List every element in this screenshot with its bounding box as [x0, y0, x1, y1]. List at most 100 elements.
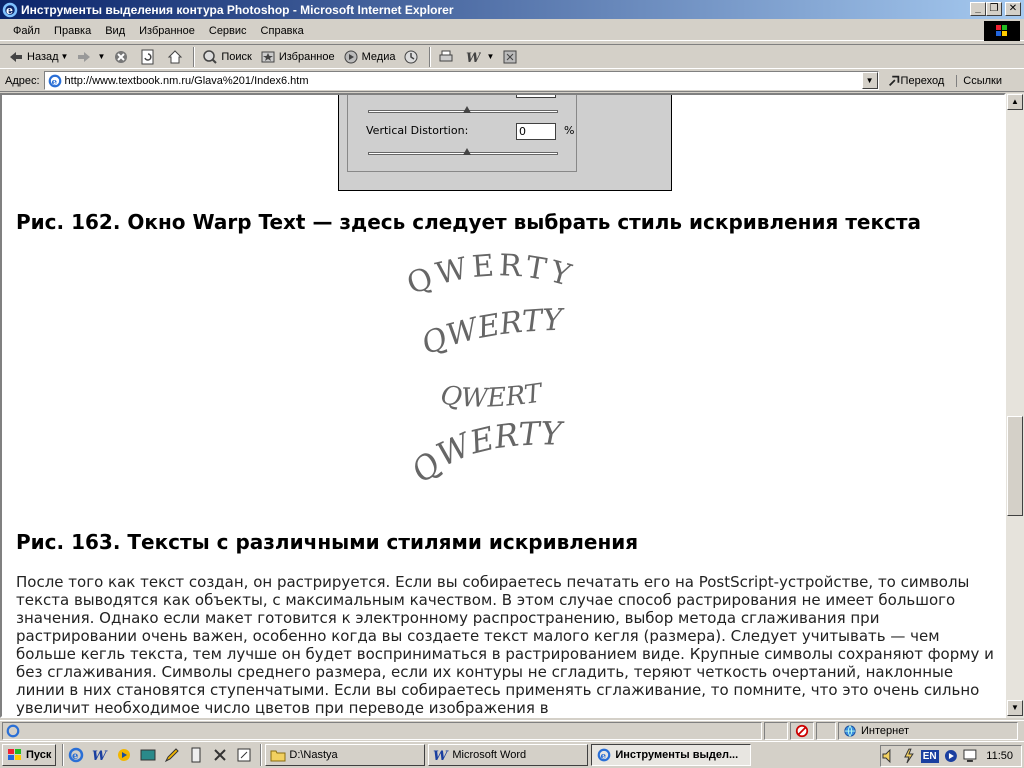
start-button[interactable]: Пуск: [2, 744, 57, 766]
search-label: Поиск: [221, 50, 252, 63]
refresh-button[interactable]: [136, 46, 163, 68]
svg-text:W: W: [466, 51, 481, 65]
pencil-quicklaunch-icon[interactable]: [164, 747, 180, 763]
task-word-label: Microsoft Word: [452, 749, 527, 761]
task-ie-label: Инструменты выдел...: [615, 749, 739, 761]
go-button[interactable]: Переход: [887, 74, 945, 88]
ie-icon: e: [2, 2, 18, 17]
close-button[interactable]: ✕: [1005, 2, 1021, 16]
word-icon: W: [433, 749, 449, 762]
start-label: Пуск: [26, 749, 52, 761]
history-button[interactable]: [399, 46, 426, 68]
power-icon[interactable]: [901, 748, 917, 764]
menu-file[interactable]: Файл: [6, 25, 47, 37]
qwerty-flag-sample: QWERTY: [417, 303, 566, 362]
volume-icon[interactable]: [881, 748, 897, 764]
menu-favorites[interactable]: Избранное: [132, 25, 202, 37]
ie-icon: e: [598, 748, 611, 762]
svg-text:e: e: [51, 77, 57, 87]
media-icon: [344, 50, 358, 63]
stop-button[interactable]: [109, 46, 136, 68]
favorites-label: Избранное: [278, 50, 335, 63]
folder-icon: [270, 750, 286, 762]
scroll-down-button[interactable]: ▼: [1007, 700, 1023, 716]
qwerty-rise-sample: QWERTY: [404, 414, 565, 490]
warped-text-samples-image: QWERTY QWERTY QWERTY QWERTY: [382, 235, 574, 490]
discuss-icon: [503, 50, 517, 63]
body-paragraph: После того как текст создан, он растриру…: [16, 573, 994, 717]
language-indicator[interactable]: EN: [920, 749, 939, 763]
qwerty-sample-1: QWERTY: [402, 248, 574, 302]
qwerty-sample-2: QWERTY: [417, 303, 566, 362]
network-icon[interactable]: [943, 748, 959, 764]
media-button[interactable]: Медиа: [339, 46, 400, 68]
globe-icon: [844, 724, 856, 737]
scroll-thumb[interactable]: [1007, 416, 1023, 516]
address-bar: Адрес: e http://www.textbook.nm.ru/Glava…: [0, 70, 1024, 92]
menu-view[interactable]: Вид: [98, 25, 132, 37]
task-folder[interactable]: D:\Nastya: [265, 744, 426, 766]
vertical-scrollbar[interactable]: ▲ ▼: [1006, 93, 1024, 718]
forward-button[interactable]: ▼: [72, 46, 109, 68]
windows-logo-icon: [984, 21, 1020, 41]
address-label: Адрес:: [5, 74, 40, 87]
home-button[interactable]: [163, 46, 190, 68]
dialog-group-box: Vertical Distortion: 0 %: [347, 95, 577, 172]
address-dropdown-button[interactable]: ▼: [861, 72, 878, 89]
tool-quicklaunch-icon[interactable]: [212, 747, 228, 763]
system-tray: EN 11:50: [880, 745, 1022, 767]
svg-text:e: e: [6, 4, 13, 17]
back-label: Назад: [27, 50, 59, 63]
menu-bar: Файл Правка Вид Избранное Сервис Справка: [0, 21, 1024, 41]
forward-arrow-icon: [78, 51, 91, 62]
menu-tools[interactable]: Сервис: [202, 25, 254, 37]
vertical-distortion-input: 0: [516, 123, 556, 140]
favorites-button[interactable]: Избранное: [256, 46, 339, 68]
search-icon: [203, 49, 218, 64]
search-button[interactable]: Поиск: [198, 46, 255, 68]
vertical-distortion-label: Vertical Distortion:: [366, 124, 469, 137]
page-viewport: Vertical Distortion: 0 % Рис. 162. Окно …: [0, 93, 1006, 718]
favorites-icon: [261, 51, 275, 62]
desktop-quicklaunch-icon[interactable]: [140, 747, 156, 763]
media-label: Медиа: [361, 50, 396, 63]
minimize-button[interactable]: _: [970, 2, 986, 16]
print-button[interactable]: [434, 46, 461, 68]
media-player-quicklaunch-icon[interactable]: [116, 747, 132, 763]
stop-icon: [115, 50, 128, 63]
maximize-button[interactable]: ❐: [986, 2, 1002, 16]
menu-edit[interactable]: Правка: [47, 25, 98, 37]
security-zone-panel: Интернет: [838, 721, 1018, 740]
svg-text:W: W: [433, 749, 449, 762]
monitor-icon[interactable]: [962, 748, 978, 764]
status-panel: [764, 721, 788, 740]
go-label: Переход: [900, 74, 945, 87]
links-button[interactable]: Ссылки: [956, 74, 1002, 87]
discuss-button[interactable]: [498, 46, 525, 68]
status-bar: Интернет: [0, 720, 1024, 740]
menu-help[interactable]: Справка: [254, 25, 311, 37]
scroll-up-button[interactable]: ▲: [1007, 94, 1023, 110]
task-ie[interactable]: e Инструменты выдел...: [591, 744, 752, 766]
address-input[interactable]: e http://www.textbook.nm.ru/Glava%201/In…: [43, 71, 879, 90]
task-word[interactable]: W Microsoft Word: [428, 744, 589, 766]
printer-icon: [439, 50, 453, 61]
taskbar: Пуск e W D:\Nastya W Microsoft Word e Ин…: [0, 741, 1024, 768]
vertical-slider-thumb: [463, 148, 471, 155]
edit-word-button[interactable]: W ▼: [461, 46, 498, 68]
svg-text:e: e: [72, 751, 78, 762]
clock: 11:50: [986, 750, 1013, 762]
word-quicklaunch-icon[interactable]: W: [92, 747, 108, 764]
task-folder-label: D:\Nastya: [289, 749, 338, 761]
figure-162-caption: Рис. 162. Окно Warp Text — здесь следует…: [16, 210, 921, 234]
edit-quicklaunch-icon[interactable]: [236, 747, 252, 763]
taskbar-separator: [62, 744, 65, 766]
toolbar-separator: [429, 46, 432, 67]
ie-quicklaunch-icon[interactable]: e: [68, 747, 84, 763]
qwerty-sample-4: QWERTY: [404, 414, 565, 490]
back-button[interactable]: Назад ▼: [4, 46, 72, 68]
file-quicklaunch-icon[interactable]: [188, 747, 204, 763]
horizontal-distortion-input-partial: [516, 95, 556, 98]
back-arrow-icon: [10, 51, 22, 62]
svg-text:e: e: [601, 752, 607, 762]
